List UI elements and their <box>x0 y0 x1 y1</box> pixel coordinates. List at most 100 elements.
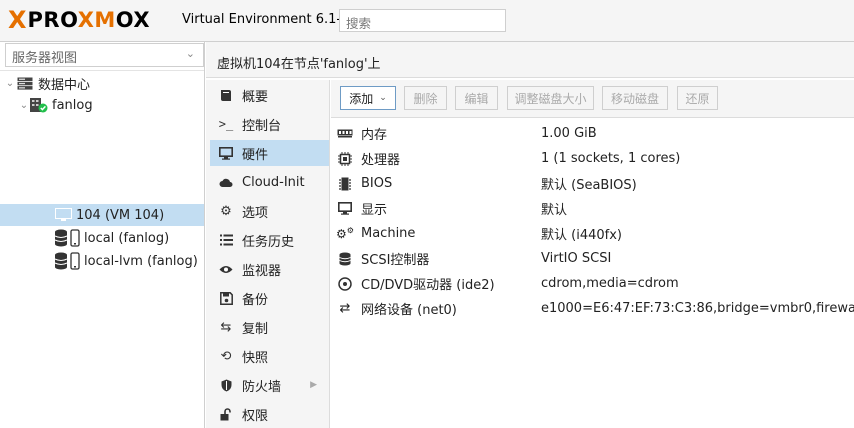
hardware-value: 默认 (SeaBIOS) <box>541 178 637 193</box>
hardware-key: 内存 <box>361 128 388 143</box>
shield-icon <box>215 379 237 392</box>
nav-item-summary[interactable]: 概要 <box>210 82 329 108</box>
nav-item-label: 复制 <box>242 321 269 337</box>
resource-tree-panel: 服务器视图 ⌄ ⌄ 数据中心 ⌄ fanlog 104 (VM 104) loc… <box>0 42 205 428</box>
hardware-row-cdrom[interactable]: CD/DVD驱动器 (ide2) cdrom,media=cdrom <box>331 271 854 296</box>
hardware-key: SCSI控制器 <box>361 253 430 268</box>
datacenter-icon <box>16 75 34 91</box>
nav-item-backup[interactable]: 备份 <box>210 285 329 311</box>
tree-item-label: local-lvm (fanlog) <box>84 253 198 269</box>
cogs-icon: ⚙ ⚙ <box>336 226 354 241</box>
revert-button[interactable]: 还原 <box>677 86 718 110</box>
chevron-down-icon: ⌄ <box>379 93 387 103</box>
nav-item-snapshots[interactable]: ⟲ 快照 <box>210 343 329 369</box>
hardware-key: Machine <box>361 226 416 241</box>
database-icon <box>334 252 356 266</box>
nav-item-label: 备份 <box>242 292 269 308</box>
logo-x-mark: X <box>8 6 27 34</box>
nav-item-cloud-init[interactable]: Cloud-Init <box>210 169 329 195</box>
hardware-row-processor[interactable]: 处理器 1 (1 sockets, 1 cores) <box>331 146 854 171</box>
hardware-row-machine[interactable]: ⚙ ⚙ Machine 默认 (i440fx) <box>331 221 854 246</box>
nav-item-label: 快照 <box>242 350 269 366</box>
nav-item-label: 监视器 <box>242 263 282 279</box>
storage-icon <box>54 229 82 247</box>
gear-icon: ⚙ <box>220 203 232 219</box>
hardware-row-network[interactable]: ⇄ 网络设备 (net0) e1000=E6:47:EF:73:C3:86,br… <box>331 296 854 321</box>
nav-item-replication[interactable]: ⇆ 复制 <box>210 314 329 340</box>
resize-disk-button[interactable]: 调整磁盘大小 <box>507 86 594 110</box>
logo-wordmark: PROXMOX <box>27 8 151 32</box>
nav-item-task-history[interactable]: 任务历史 <box>210 227 329 253</box>
tree-item-node-fanlog[interactable]: ⌄ fanlog <box>0 94 204 116</box>
hardware-value: 默认 <box>541 203 568 218</box>
hardware-value: e1000=E6:47:EF:73:C3:86,bridge=vmbr0,fir… <box>541 301 854 316</box>
tree-item-label: local (fanlog) <box>84 230 170 246</box>
hardware-key: CD/DVD驱动器 (ide2) <box>361 278 495 293</box>
tree-item-storage-local-lvm[interactable]: local-lvm (fanlog) <box>0 250 204 272</box>
memory-icon <box>334 129 356 138</box>
add-button[interactable]: 添加 ⌄ <box>340 86 396 110</box>
microchip-icon <box>334 177 356 191</box>
view-select[interactable]: 服务器视图 ⌄ <box>5 43 204 67</box>
network-icon: ⇄ <box>339 301 351 316</box>
tree-item-label: 数据中心 <box>38 77 91 93</box>
hardware-row-display[interactable]: 显示 默认 <box>331 196 854 221</box>
nav-item-label: 选项 <box>242 205 269 221</box>
proxmox-logo[interactable]: X PROXMOX <box>8 8 150 32</box>
unlock-icon <box>215 407 237 421</box>
tree-item-vm-104[interactable]: 104 (VM 104) <box>0 204 204 226</box>
nav-item-permissions[interactable]: 权限 <box>210 401 329 427</box>
version-label: Virtual Environment 6.1-3 <box>182 12 350 27</box>
hardware-row-scsi-controller[interactable]: SCSI控制器 VirtIO SCSI <box>331 246 854 271</box>
cpu-icon <box>334 151 356 166</box>
floppy-icon <box>215 291 237 305</box>
terminal-icon: >_ <box>218 117 234 131</box>
tree-item-datacenter[interactable]: ⌄ 数据中心 <box>0 72 204 94</box>
book-icon <box>215 89 237 102</box>
app-header: X PROXMOX Virtual Environment 6.1-3 搜索 <box>0 0 854 42</box>
storage-icon <box>54 252 82 270</box>
expand-toggle-icon[interactable]: ⌄ <box>18 100 30 111</box>
tree-item-label: fanlog <box>52 97 93 113</box>
nav-item-label: 权限 <box>242 408 269 424</box>
hardware-value: 1.00 GiB <box>541 126 597 141</box>
tree-item-storage-local[interactable]: local (fanlog) <box>0 227 204 249</box>
history-icon: ⟲ <box>220 348 232 364</box>
expand-toggle-icon[interactable]: ⌄ <box>4 78 16 89</box>
hardware-toolbar: 添加 ⌄ 删除 编辑 调整磁盘大小 移动磁盘 还原 <box>331 80 854 118</box>
remove-button[interactable]: 删除 <box>404 86 447 110</box>
page-title: 虚拟机104在节点'fanlog'上 <box>217 57 381 72</box>
vm-monitor-icon <box>54 207 72 223</box>
node-online-icon <box>30 97 48 113</box>
nav-item-firewall[interactable]: 防火墙 ▶ <box>210 372 329 398</box>
hardware-value: 默认 (i440fx) <box>541 228 622 243</box>
nav-item-hardware[interactable]: 硬件 <box>210 140 329 166</box>
content-titlebar: 虚拟机104在节点'fanlog'上 <box>206 42 854 78</box>
content-panel: 虚拟机104在节点'fanlog'上 概要 >_ 控制台 硬件 Cloud-In… <box>206 42 854 428</box>
display-icon <box>334 202 356 215</box>
desktop-icon <box>215 146 237 160</box>
nav-item-label: 防火墙 <box>242 379 282 395</box>
hardware-key: 处理器 <box>361 153 401 168</box>
chevron-down-icon[interactable]: ⌄ <box>186 47 195 60</box>
vm-nav-menu: 概要 >_ 控制台 硬件 Cloud-Init ⚙ 选项 任务历史 监视器 备份 <box>206 80 330 428</box>
nav-item-label: 任务历史 <box>242 234 295 250</box>
nav-item-label: 概要 <box>242 89 269 105</box>
retweet-icon: ⇆ <box>220 319 232 335</box>
nav-item-options[interactable]: ⚙ 选项 <box>210 198 329 224</box>
hardware-value: 1 (1 sockets, 1 cores) <box>541 151 681 166</box>
nav-item-console[interactable]: >_ 控制台 <box>210 111 329 137</box>
hardware-value: VirtIO SCSI <box>541 251 612 266</box>
list-icon <box>215 234 237 246</box>
nav-item-label: Cloud-Init <box>242 174 305 190</box>
hardware-row-bios[interactable]: BIOS 默认 (SeaBIOS) <box>331 171 854 196</box>
nav-item-label: 控制台 <box>242 118 282 134</box>
move-disk-button[interactable]: 移动磁盘 <box>602 86 668 110</box>
hardware-row-memory[interactable]: 内存 1.00 GiB <box>331 121 854 146</box>
hardware-panel: 添加 ⌄ 删除 编辑 调整磁盘大小 移动磁盘 还原 内存 1.00 GiB 处理器… <box>331 80 854 428</box>
nav-item-monitor[interactable]: 监视器 <box>210 256 329 282</box>
search-input[interactable]: 搜索 <box>339 9 506 32</box>
tree-item-label: 104 (VM 104) <box>76 207 165 223</box>
hardware-key: 显示 <box>361 203 388 218</box>
edit-button[interactable]: 编辑 <box>455 86 498 110</box>
